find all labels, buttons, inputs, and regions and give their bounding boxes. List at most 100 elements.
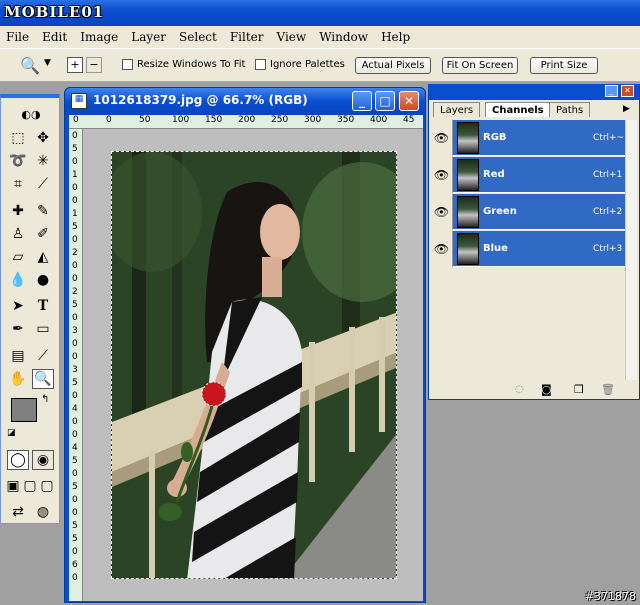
zoom-in-icon[interactable]: + [67, 57, 83, 73]
history-brush-tool-icon[interactable]: ✐ [32, 224, 54, 244]
ignore-palettes-checkbox-box[interactable] [255, 59, 266, 70]
ruler-tick-label: 300 [304, 115, 322, 125]
blur-tool-icon[interactable]: 💧 [7, 270, 29, 290]
zoom-tool-selected-icon[interactable]: 🔍 [32, 369, 54, 389]
foreground-color-swatch[interactable] [11, 398, 37, 422]
pen-tool-icon[interactable]: ✒ [7, 319, 29, 339]
ruler-tick-label: 0 [72, 495, 78, 505]
eraser-tool-icon[interactable]: ▱ [7, 247, 29, 267]
channel-name: Green [483, 206, 517, 217]
channel-name: RGB [483, 132, 507, 143]
ruler-tick-label: 0 [73, 115, 79, 125]
standard-screen-mode-icon[interactable]: ▣ [5, 476, 21, 496]
close-icon[interactable]: ✕ [399, 91, 419, 111]
default-colors-icon[interactable]: ◪ [7, 428, 16, 438]
full-screen-mode-icon[interactable]: ▢ [39, 476, 55, 496]
channel-row-blue[interactable]: 👁 Blue Ctrl+3 [431, 230, 637, 267]
menu-help[interactable]: Help [375, 30, 417, 44]
crop-tool-icon[interactable]: ⌗ [7, 174, 29, 194]
palette-menu-arrow-icon[interactable]: ▶ [623, 104, 630, 114]
ruler-tick-label: 0 [72, 469, 78, 479]
tab-paths[interactable]: Paths [549, 102, 591, 117]
visibility-eye-icon[interactable]: 👁 [431, 193, 453, 230]
channel-thumbnail [457, 232, 479, 265]
menu-window[interactable]: Window [313, 30, 375, 44]
ruler-tick-label: 0 [72, 274, 78, 284]
palette-close-icon[interactable]: ✕ [621, 85, 634, 97]
zoom-tool-icon[interactable]: 🔍 [20, 56, 40, 75]
delete-channel-icon[interactable]: 🗑 [601, 383, 615, 396]
watermark: #371878 [584, 590, 636, 603]
rectangle-tool-icon[interactable]: ▭ [32, 319, 54, 339]
swap-colors-icon[interactable]: ↰ [41, 394, 49, 405]
brush-tool-icon[interactable]: ✎ [32, 201, 54, 221]
move-tool-icon[interactable]: ✥ [32, 128, 54, 148]
full-screen-menu-mode-icon[interactable]: ▢ [22, 476, 38, 496]
minimize-icon[interactable]: _ [352, 91, 372, 111]
ruler-tick-label: 0 [72, 417, 78, 427]
menu-select[interactable]: Select [173, 30, 224, 44]
visibility-eye-icon[interactable]: 👁 [431, 119, 453, 156]
photoshop-eye-logo-icon[interactable]: ◐◑ [7, 104, 55, 124]
channel-row-red[interactable]: 👁 Red Ctrl+1 [431, 156, 637, 193]
app-title-bar: MOBILE01 [0, 0, 640, 26]
save-selection-channel-icon[interactable]: ◙ [541, 383, 552, 396]
ruler-tick-label: 1 [72, 209, 78, 219]
visibility-eye-icon[interactable]: 👁 [431, 156, 453, 193]
quick-mask-mode-icon[interactable]: ◉ [32, 450, 54, 470]
marquee-tool-icon[interactable]: ⬚ [7, 128, 29, 148]
ruler-horizontal: 0 0 50 100 150 200 250 300 350 400 45 [69, 115, 423, 129]
ruler-tick-label: 2 [72, 248, 78, 258]
eyedropper-tool-icon[interactable]: ⟋ [32, 346, 54, 366]
healing-brush-tool-icon[interactable]: ✚ [7, 201, 29, 221]
hand-tool-icon[interactable]: ✋ [7, 369, 29, 389]
tab-channels[interactable]: Channels [485, 102, 551, 117]
visibility-eye-icon[interactable]: 👁 [431, 230, 453, 267]
type-tool-icon[interactable]: T [32, 296, 54, 316]
channel-row-rgb[interactable]: 👁 RGB Ctrl+~ [431, 119, 637, 156]
ruler-tick-label: 0 [72, 508, 78, 518]
magic-wand-tool-icon[interactable]: ✳ [32, 151, 54, 171]
clone-stamp-tool-icon[interactable]: ♙ [7, 224, 29, 244]
canvas-area[interactable] [83, 129, 423, 601]
dodge-tool-icon[interactable]: ● [32, 270, 54, 290]
document-title: 1012618379.jpg @ 66.7% (RGB) [93, 93, 308, 107]
menu-view[interactable]: View [271, 30, 314, 44]
lasso-tool-icon[interactable]: ➰ [7, 151, 29, 171]
document-title-bar[interactable]: ▦ 1012618379.jpg @ 66.7% (RGB) _ □ ✕ [65, 88, 425, 115]
ruler-tick-label: 0 [72, 313, 78, 323]
fit-on-screen-button[interactable]: Fit On Screen [442, 57, 518, 74]
path-selection-tool-icon[interactable]: ➤ [7, 296, 29, 316]
palette-minimize-icon[interactable]: _ [605, 85, 618, 97]
channel-row-green[interactable]: 👁 Green Ctrl+2 [431, 193, 637, 230]
imageready-icon[interactable]: ◍ [32, 502, 54, 522]
standard-mode-icon[interactable]: ◯ [7, 450, 29, 470]
maximize-icon[interactable]: □ [375, 91, 395, 111]
new-channel-icon[interactable]: ❐ [574, 383, 584, 396]
print-size-button[interactable]: Print Size [530, 57, 598, 74]
notes-tool-icon[interactable]: ▤ [7, 346, 29, 366]
menu-edit[interactable]: Edit [36, 30, 74, 44]
menu-image[interactable]: Image [74, 30, 125, 44]
paint-bucket-tool-icon[interactable]: ◭ [32, 247, 54, 267]
zoom-out-icon[interactable]: − [86, 57, 102, 73]
channel-thumbnail [457, 121, 479, 154]
channel-shortcut: Ctrl+3 [593, 243, 623, 254]
channel-thumbnail [457, 158, 479, 191]
tool-preset-chevron-down-icon[interactable]: ▼ [44, 58, 51, 68]
actual-pixels-button[interactable]: Actual Pixels [355, 57, 431, 74]
slice-tool-icon[interactable]: ⟋ [32, 174, 54, 194]
ruler-tick-label: 0 [72, 573, 78, 583]
menu-layer[interactable]: Layer [125, 30, 173, 44]
menu-filter[interactable]: Filter [224, 30, 271, 44]
ignore-palettes-checkbox[interactable]: Ignore Palettes [255, 59, 345, 70]
tab-layers[interactable]: Layers [433, 102, 481, 117]
channel-shortcut: Ctrl+1 [593, 169, 623, 180]
photo-woman-holding-rose[interactable] [111, 151, 397, 579]
resize-windows-checkbox-box[interactable] [122, 59, 133, 70]
palette-scrollbar[interactable] [625, 120, 637, 380]
resize-windows-checkbox[interactable]: Resize Windows To Fit [122, 59, 245, 70]
menu-file[interactable]: File [0, 30, 36, 44]
load-channel-selection-icon[interactable]: ◌ [515, 384, 524, 395]
jump-to-imageready-icon[interactable]: ⇄ [7, 502, 29, 522]
